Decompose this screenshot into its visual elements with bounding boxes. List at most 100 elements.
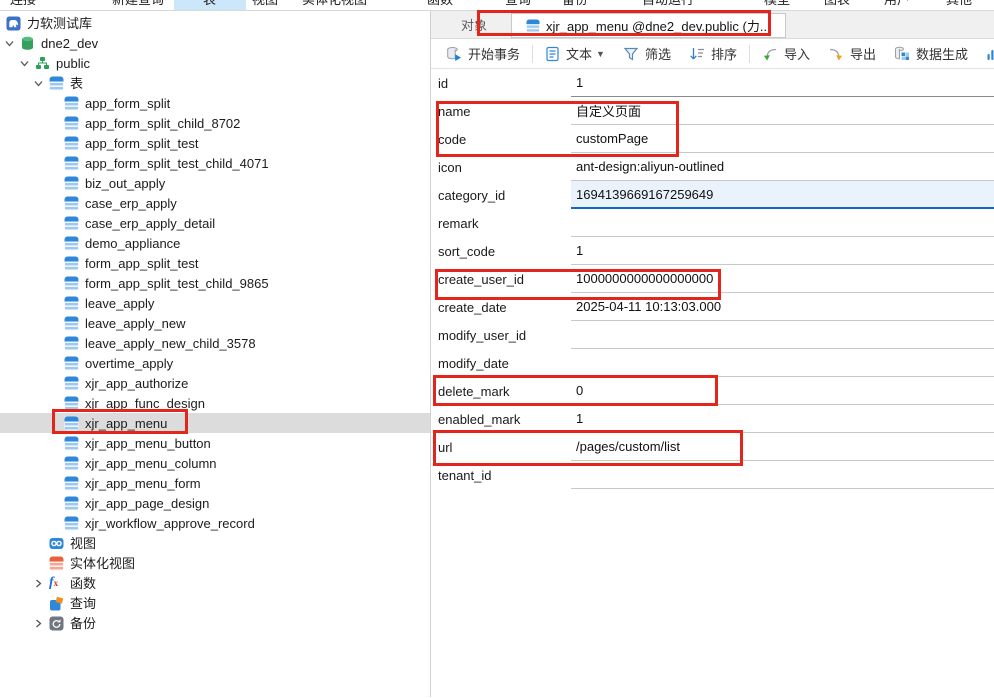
tree-item-table[interactable]: case_erp_apply_detail — [0, 213, 430, 233]
menu-user[interactable]: 用户 — [884, 0, 910, 9]
field-row-enabled-mark: enabled_mark1 — [431, 405, 994, 433]
tree-label: 查询 — [70, 596, 96, 611]
tree-item-schema[interactable]: public — [0, 53, 430, 73]
tab-active-table[interactable]: xjr_app_menu @dne2_dev.public (力... — [511, 13, 786, 38]
tree-item-table[interactable]: app_form_split_test — [0, 133, 430, 153]
field-value-focused[interactable]: 1694139669167259649 — [571, 181, 994, 209]
tree-label: case_erp_apply_detail — [85, 216, 215, 231]
tree-item-connection[interactable]: 力软测试库 — [0, 13, 430, 33]
menu-model[interactable]: 模型 — [764, 0, 790, 9]
tree-label: leave_apply — [85, 296, 154, 311]
menu-function[interactable]: 函数 — [427, 0, 453, 9]
field-value[interactable]: /pages/custom/list — [571, 433, 994, 461]
field-value[interactable] — [571, 349, 994, 377]
chevron-right-icon[interactable] — [33, 576, 49, 590]
tree-item-table[interactable]: xjr_app_page_design — [0, 493, 430, 513]
field-value[interactable] — [571, 209, 994, 237]
tree-item-table[interactable]: form_app_split_test — [0, 253, 430, 273]
tree-label: dne2_dev — [41, 36, 98, 51]
field-value[interactable]: 2025-04-11 10:13:03.000 — [571, 293, 994, 321]
field-value[interactable]: 1 — [571, 405, 994, 433]
chevron-right-icon[interactable] — [33, 616, 49, 630]
table-icon — [64, 516, 79, 531]
filter-button[interactable]: 筛选 — [614, 41, 680, 67]
tree-item-backups[interactable]: 备份 — [0, 613, 430, 633]
tree-item-table[interactable]: xjr_workflow_approve_record — [0, 513, 430, 533]
chevron-down-icon[interactable] — [33, 76, 49, 90]
field-row-modify-user-id: modify_user_id — [431, 321, 994, 349]
table-icon — [64, 276, 79, 291]
tree-item-table[interactable]: xjr_app_func_design — [0, 393, 430, 413]
menu-query[interactable]: 查询 — [505, 0, 531, 9]
table-icon — [64, 496, 79, 511]
menu-table[interactable]: 表 — [203, 0, 216, 9]
tree-item-table[interactable]: overtime_apply — [0, 353, 430, 373]
field-value[interactable]: ant-design:aliyun-outlined — [571, 153, 994, 181]
menu-view[interactable]: 视图 — [252, 0, 278, 9]
tree-item-table[interactable]: leave_apply_new — [0, 313, 430, 333]
chevron-down-icon[interactable] — [19, 56, 35, 70]
tree-item-table[interactable]: xjr_app_menu_form — [0, 473, 430, 493]
tree-item-table[interactable]: app_form_split_child_8702 — [0, 113, 430, 133]
field-value[interactable]: 1 — [571, 237, 994, 265]
chevron-down-icon[interactable]: ▼ — [596, 49, 605, 59]
database-icon — [20, 36, 35, 51]
tree-item-table[interactable]: xjr_app_authorize — [0, 373, 430, 393]
tree-item-functions[interactable]: fx 函数 — [0, 573, 430, 593]
tree-item-table[interactable]: leave_apply_new_child_3578 — [0, 333, 430, 353]
field-value[interactable] — [571, 321, 994, 349]
tab-objects[interactable]: 对象 — [447, 11, 501, 38]
tree-item-table[interactable]: app_form_split_test_child_4071 — [0, 153, 430, 173]
tree-item-table[interactable]: biz_out_apply — [0, 173, 430, 193]
tree-item-table[interactable]: xjr_app_menu_button — [0, 433, 430, 453]
menu-automation[interactable]: 自动运行 — [642, 0, 694, 9]
field-value[interactable]: 自定义页面 — [571, 97, 994, 125]
tree-item-table[interactable]: form_app_split_test_child_9865 — [0, 273, 430, 293]
field-value[interactable]: 1000000000000000000 — [571, 265, 994, 293]
chevron-spacer — [33, 536, 49, 550]
tree-item-table[interactable]: xjr_app_menu_column — [0, 453, 430, 473]
create-chart-button[interactable]: 创建图表 — [977, 41, 994, 67]
tree-item-materialized-views[interactable]: 实体化视图 — [0, 553, 430, 573]
tree-item-table[interactable]: app_form_split — [0, 93, 430, 113]
field-value[interactable]: 1 — [571, 69, 994, 97]
menu-connection[interactable]: 连接 — [10, 0, 36, 9]
data-generation-button[interactable]: 数据生成 — [885, 41, 977, 67]
tree-item-table[interactable]: leave_apply — [0, 293, 430, 313]
tree-label: xjr_workflow_approve_record — [85, 516, 255, 531]
menu-materialized-view[interactable]: 实体化视图 — [302, 0, 367, 9]
chevron-down-icon[interactable] — [4, 36, 20, 50]
tree-label: xjr_app_menu — [85, 416, 167, 431]
table-icon — [64, 256, 79, 271]
tree-label: leave_apply_new_child_3578 — [85, 336, 256, 351]
begin-transaction-icon — [446, 46, 462, 62]
tree-item-table-selected[interactable]: xjr_app_menu — [0, 413, 430, 433]
tree-item-table[interactable]: demo_appliance — [0, 233, 430, 253]
menu-chart[interactable]: 图表 — [824, 0, 850, 9]
export-button[interactable]: 导出 — [819, 41, 885, 67]
sort-button[interactable]: 排序 — [680, 41, 746, 67]
field-value[interactable]: customPage — [571, 125, 994, 153]
menu-backup[interactable]: 备份 — [562, 0, 588, 9]
tree-item-queries[interactable]: 查询 — [0, 593, 430, 613]
menu-other[interactable]: 其他 — [946, 0, 972, 9]
tree-item-views[interactable]: 视图 — [0, 533, 430, 553]
field-value[interactable]: 0 — [571, 377, 994, 405]
tree-label: app_form_split_test_child_4071 — [85, 156, 269, 171]
begin-transaction-button[interactable]: 开始事务 — [437, 41, 529, 67]
table-icon — [64, 396, 79, 411]
tree-item-table[interactable]: case_erp_apply — [0, 193, 430, 213]
import-button[interactable]: 导入 — [753, 41, 819, 67]
tree-label: xjr_app_page_design — [85, 496, 209, 511]
field-value[interactable] — [571, 461, 994, 489]
materialized-view-icon — [49, 556, 64, 571]
menu-new-query[interactable]: 新建查询 — [112, 0, 164, 9]
text-mode-button[interactable]: 文本 ▼ — [536, 41, 614, 67]
query-icon — [49, 596, 64, 611]
field-row-icon: iconant-design:aliyun-outlined — [431, 153, 994, 181]
tree-item-database[interactable]: dne2_dev — [0, 33, 430, 53]
field-row-code: codecustomPage — [431, 125, 994, 153]
field-row-delete-mark: delete_mark0 — [431, 377, 994, 405]
field-name: create_date — [431, 293, 571, 321]
tree-item-tables-folder[interactable]: 表 — [0, 73, 430, 93]
